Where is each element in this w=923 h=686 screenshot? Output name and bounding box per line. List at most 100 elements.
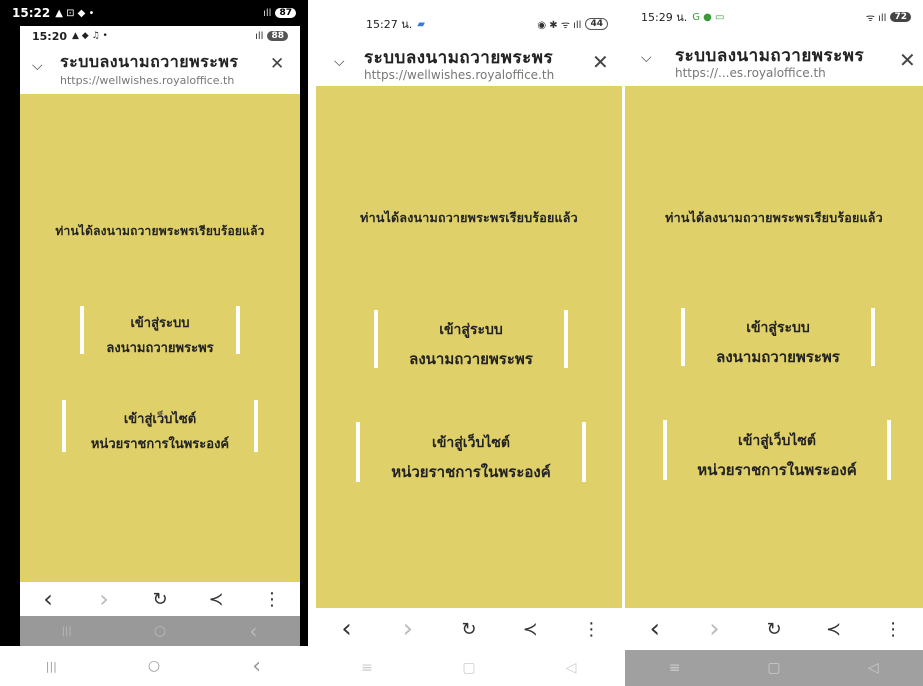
close-icon[interactable]: ✕ [592,50,609,74]
outer-system-nav-bar: ||| ○ ‹ [0,646,308,686]
notification-icons: ▰ [417,18,425,30]
sign-in-line2: ลงนามถวายพระพร [716,348,840,366]
royal-site-line2: หน่วยราชการในพระองค์ [697,461,857,479]
nav-back-icon[interactable]: ‹ [242,654,272,679]
custom-tab-header: ⌵ ระบบลงนามถวายพระพร https://wellwishes.… [20,46,300,94]
notification-icons: ▲ ◆ ♫ • [72,31,108,41]
home-icon[interactable]: ○ [145,623,175,639]
notification-icons: G ● ▭ [692,11,725,23]
sign-in-line2: ลงนามถวายพระพร [106,341,214,356]
sign-in-line1: เข้าสู่ระบบ [439,322,503,338]
close-icon[interactable]: ✕ [270,54,284,74]
royal-site-button[interactable]: เข้าสู่เว็บไซต์ หน่วยราชการในพระองค์ [356,422,586,482]
battery-icon: 88 [267,31,288,41]
button-right-bar [582,422,586,482]
back-icon[interactable]: ‹ [640,614,670,644]
menu-icon[interactable]: ⋮ [257,589,287,610]
reload-icon[interactable]: ↻ [145,589,175,610]
forward-icon[interactable]: › [89,585,119,613]
button-right-bar [871,308,875,366]
nav-back-icon[interactable]: ◁ [556,660,586,676]
button-left-bar [374,310,378,368]
confirmation-message: ท่านได้ลงนามถวายพระพรเรียบร้อยแล้ว [55,224,265,238]
sign-in-button[interactable]: เข้าสู่ระบบ ลงนามถวายพระพร [681,308,875,366]
outer-status-bar: 15:22 ▲ ⊡ ◆ • ıll 87 [0,0,308,26]
sign-in-button[interactable]: เข้าสู่ระบบ ลงนามถวายพระพร [374,310,568,368]
royal-site-line1: เข้าสู่เว็บไซต์ [738,433,816,449]
outer-notification-icons: ▲ ⊡ ◆ • [55,7,95,19]
confirmation-message: ท่านได้ลงนามถวายพระพรเรียบร้อยแล้ว [665,210,883,225]
recents-icon[interactable]: ≡ [660,660,690,676]
reload-icon[interactable]: ↻ [454,619,484,640]
signal-icon: ıll [255,30,264,42]
screenshot-3: 15:29 น. G ● ▭ ᯤ ıll 72 ⌵ ระบบลงนามถวายพ… [625,0,923,686]
battery-icon: 72 [890,12,911,22]
sign-in-button[interactable]: เข้าสู่ระบบ ลงนามถวายพระพร [80,306,240,356]
status-bar: 15:27 น. ▰ ◉ ✱ ᯤ ıll 44 [316,0,622,40]
share-icon[interactable]: ≺ [819,619,849,640]
royal-site-button[interactable]: เข้าสู่เว็บไซต์ หน่วยราชการในพระองค์ [663,420,891,480]
page-url: https://...es.royaloffice.th [675,66,826,80]
status-icons: ◉ ✱ ᯤ ıll [537,20,582,31]
royal-site-line1: เข้าสู่เว็บไซต์ [123,412,197,427]
battery-icon: 87 [275,8,296,18]
reload-icon[interactable]: ↻ [759,619,789,640]
status-bar: 15:29 น. G ● ▭ ᯤ ıll 72 [625,0,923,34]
page-content: ท่านได้ลงนามถวายพระพรเรียบร้อยแล้ว เข้าส… [20,94,300,582]
chevron-down-icon[interactable]: ⌵ [32,58,43,74]
page-title: ระบบลงนามถวายพระพร [364,48,554,68]
nav-back-icon[interactable]: ◁ [858,660,888,676]
royal-site-line2: หน่วยราชการในพระองค์ [90,437,230,452]
button-right-bar [564,310,568,368]
share-icon[interactable]: ≺ [201,589,231,610]
close-icon[interactable]: ✕ [899,48,916,72]
battery-icon: 44 [585,18,608,30]
sign-in-line1: เข้าสู่ระบบ [746,320,810,336]
system-nav-bar: ≡ ▢ ◁ [625,650,923,686]
button-right-bar [254,400,258,452]
status-icons: ᯤ ıll [865,13,887,24]
status-bar: 15:20 ▲ ◆ ♫ • ıll 88 [20,26,300,46]
royal-site-line2: หน่วยราชการในพระองค์ [391,463,551,481]
button-left-bar [62,400,66,452]
button-left-bar [663,420,667,480]
custom-tab-header: ⌵ ระบบลงนามถวายพระพร https://wellwishes.… [316,40,622,86]
nav-back-icon[interactable]: ‹ [238,619,268,643]
confirmation-message: ท่านได้ลงนามถวายพระพรเรียบร้อยแล้ว [360,210,578,225]
back-icon[interactable]: ‹ [33,585,63,613]
recents-icon[interactable]: ≡ [352,660,382,676]
menu-icon[interactable]: ⋮ [576,619,606,640]
screenshot-1: 15:22 ▲ ⊡ ◆ • ıll 87 15:20 ▲ ◆ ♫ • ıll 8… [0,0,308,686]
home-icon[interactable]: ▢ [759,660,789,676]
page-url: https://wellwishes.royaloffice.th [364,68,555,82]
chevron-down-icon[interactable]: ⌵ [641,50,652,66]
button-right-bar [236,306,240,354]
clock: 15:29 น. [641,11,688,24]
chevron-down-icon[interactable]: ⌵ [334,54,345,70]
page-content: ท่านได้ลงนามถวายพระพรเรียบร้อยแล้ว เข้าส… [625,86,923,608]
royal-site-button[interactable]: เข้าสู่เว็บไซต์ หน่วยราชการในพระองค์ [62,400,258,452]
back-icon[interactable]: ‹ [332,614,362,644]
button-left-bar [356,422,360,482]
royal-site-line1: เข้าสู่เว็บไซต์ [432,435,510,451]
page-content: ท่านได้ลงนามถวายพระพรเรียบร้อยแล้ว เข้าส… [316,86,622,608]
page-url: https://wellwishes.royaloffice.th [60,74,235,87]
recents-icon[interactable]: ||| [36,660,66,673]
forward-icon[interactable]: › [699,614,729,644]
custom-tab-header: ⌵ ระบบลงนามถวายพระพร https://...es.royal… [625,34,923,86]
menu-icon[interactable]: ⋮ [878,619,908,640]
system-nav-bar: ≡ ▢ ◁ [316,650,622,686]
outer-clock: 15:22 [12,6,51,20]
share-icon[interactable]: ≺ [515,619,545,640]
recents-icon[interactable]: ||| [52,626,82,637]
browser-toolbar: ‹ › ↻ ≺ ⋮ [625,608,923,650]
forward-icon[interactable]: › [393,614,423,644]
inner-system-nav-bar: ||| ○ ‹ [20,616,300,646]
browser-toolbar: ‹ › ↻ ≺ ⋮ [20,582,300,616]
inner-phone: 15:20 ▲ ◆ ♫ • ıll 88 ⌵ ระบบลงนามถวายพระพ… [20,26,300,646]
home-icon[interactable]: ▢ [454,660,484,676]
home-icon[interactable]: ○ [139,658,169,674]
button-left-bar [681,308,685,366]
clock: 15:27 น. [366,18,413,31]
signal-icon: ıll [263,7,272,19]
